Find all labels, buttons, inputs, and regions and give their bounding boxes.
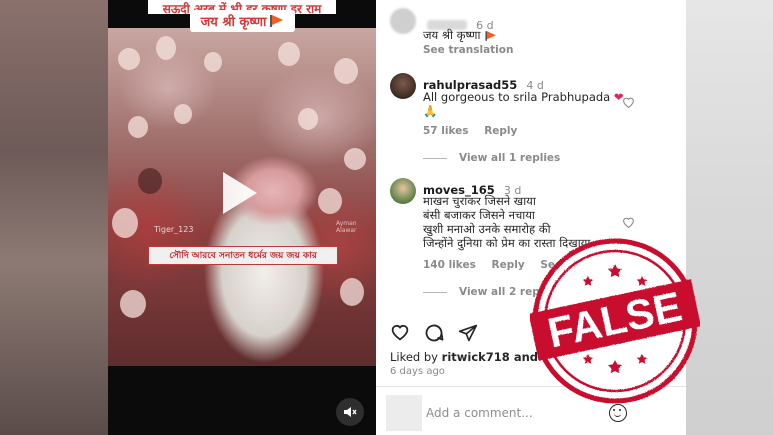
- speaker-muted-icon: [344, 407, 357, 417]
- comment-likes[interactable]: 140 likes: [423, 259, 476, 271]
- crowd-face: [298, 108, 318, 130]
- comment-icon[interactable]: [424, 323, 444, 343]
- avatar[interactable]: [390, 8, 416, 34]
- crowd-face: [344, 148, 366, 170]
- comment-text-line: बंसी बजाकर जिसने नचाया: [423, 208, 535, 222]
- video-watermark-secondary: Ayman Alawar: [336, 220, 357, 234]
- video-watermark: Tiger_123: [154, 225, 194, 234]
- folded-hands-icon: 🙏: [423, 104, 438, 118]
- crowd-face: [128, 116, 148, 138]
- crowd-face: [138, 168, 162, 194]
- crowd-face: [340, 278, 364, 306]
- video-caption-banner: সৌদি আরবে সনাতন ধর্মের জয় জয় কার: [148, 246, 338, 265]
- avatar[interactable]: [390, 178, 416, 204]
- mute-button[interactable]: [336, 398, 364, 426]
- view-replies-link[interactable]: View all 1 replies: [423, 152, 560, 164]
- video-title-banner: जय श्री कृष्णा: [190, 10, 295, 32]
- comment-likes[interactable]: 57 likes: [423, 125, 469, 137]
- crowd-face: [112, 208, 138, 238]
- blurred-background-left: [0, 0, 108, 435]
- comment-text-line: खुशी मनाओ उनके समारोह की: [423, 222, 551, 236]
- reply-button[interactable]: Reply: [484, 125, 517, 137]
- comment-text-content: All gorgeous to srila Prabhupada: [423, 90, 611, 104]
- like-comment-heart-icon[interactable]: [622, 96, 634, 108]
- video-title-line2: जय श्री कृष्णा: [200, 15, 267, 30]
- crowd-face: [318, 188, 342, 214]
- emoji-icon[interactable]: [609, 404, 627, 422]
- post-actions: [390, 323, 478, 343]
- crowd-face: [278, 42, 300, 66]
- like-comment-heart-icon[interactable]: [622, 216, 634, 228]
- see-translation-link[interactable]: See translation: [423, 44, 513, 56]
- post-age: 6 days ago: [390, 366, 445, 377]
- crowd-face: [156, 36, 176, 60]
- crowd-face: [334, 58, 358, 84]
- liked-by-prefix: Liked by: [390, 350, 442, 364]
- comment-text-content: जय श्री कृष्णा: [423, 28, 481, 42]
- false-stamp: FALSE: [530, 238, 700, 404]
- reply-button[interactable]: Reply: [492, 259, 525, 271]
- comment-text: All gorgeous to srila Prabhupada ❤ 🙏: [423, 90, 624, 118]
- comment-text-line: माखन चुराकर जिसने खाया: [423, 194, 536, 208]
- add-comment-input[interactable]: Add a comment...: [426, 406, 533, 420]
- avatar[interactable]: [390, 73, 416, 99]
- comment-text: जय श्री कृष्णा: [423, 28, 498, 42]
- video-caption: সৌদি আরবে সনাতন ধর্মের জয় জয় কার: [169, 251, 317, 261]
- saffron-flag-icon: [485, 30, 497, 41]
- crowd-face: [174, 104, 192, 124]
- crowd-face: [204, 52, 222, 72]
- play-icon[interactable]: [217, 170, 257, 216]
- video-player[interactable]: सऊदी अरब में भी हर कृष्णा हर राम जय श्री…: [108, 0, 376, 435]
- share-icon[interactable]: [458, 323, 478, 343]
- heart-icon[interactable]: [390, 323, 410, 341]
- crowd-face: [120, 290, 146, 318]
- saffron-flag-icon: [270, 15, 284, 27]
- comment-meta: 57 likes Reply: [423, 125, 529, 137]
- liked-by-user[interactable]: ritwick718: [442, 350, 510, 364]
- composer-avatar-placeholder: [386, 395, 422, 431]
- crowd-face: [118, 48, 140, 70]
